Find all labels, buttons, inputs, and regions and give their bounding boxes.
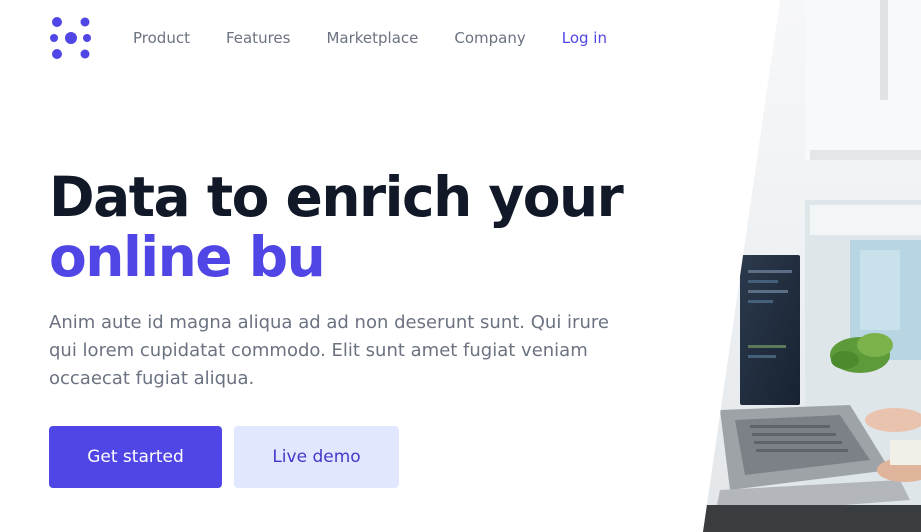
hero-title-line2: online bu (49, 225, 326, 289)
login-link[interactable]: Log in (562, 29, 607, 47)
nav-links: Product Features Marketplace Company Log… (133, 29, 607, 47)
live-demo-button[interactable]: Live demo (234, 426, 399, 488)
hero-title: Data to enrich your online bu (49, 167, 649, 287)
hero-title-line1: Data to enrich your (49, 165, 624, 229)
nav-link-company[interactable]: Company (454, 29, 525, 47)
office-laptop-photo (703, 0, 921, 532)
hero-description: Anim aute id magna aliqua ad ad non dese… (49, 312, 609, 389)
nav-link-product[interactable]: Product (133, 29, 190, 47)
nav-link-marketplace[interactable]: Marketplace (326, 29, 418, 47)
get-started-button[interactable]: Get started (49, 426, 222, 488)
brand-logo-icon[interactable] (49, 17, 93, 59)
nav-link-features[interactable]: Features (226, 29, 291, 47)
cta-group: Get started Live demo (49, 426, 399, 488)
top-nav: Product Features Marketplace Company Log… (49, 17, 607, 59)
hero-section: Data to enrich your online bu Anim aute … (49, 167, 649, 488)
